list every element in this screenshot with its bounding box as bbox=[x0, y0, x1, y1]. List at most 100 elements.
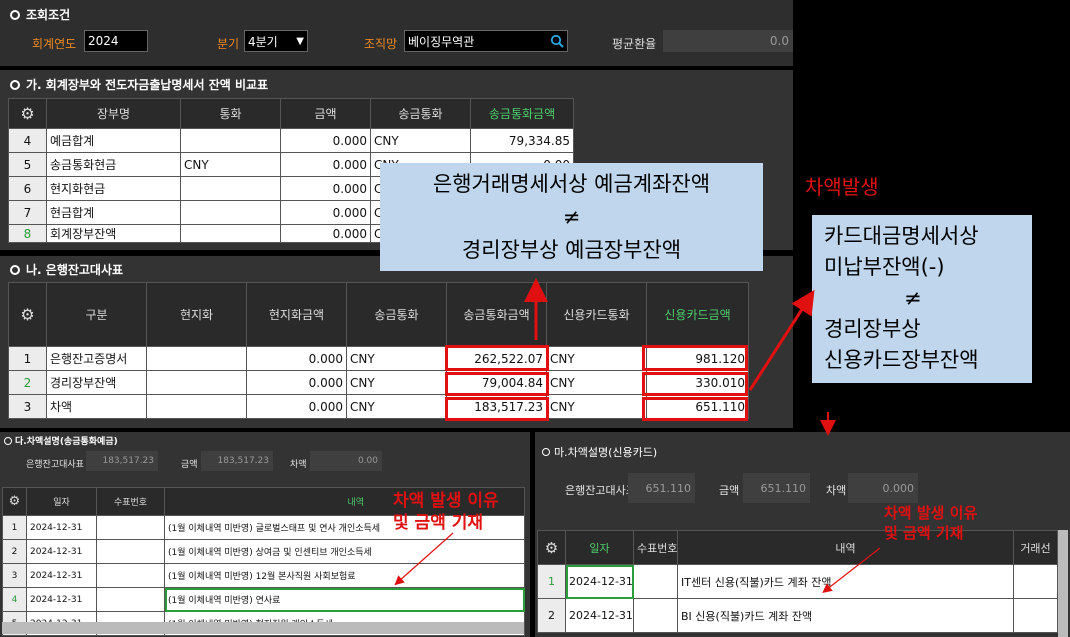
cell-currency[interactable] bbox=[180, 200, 281, 225]
cell-check[interactable] bbox=[633, 564, 678, 599]
cell-check[interactable] bbox=[96, 539, 165, 564]
cell-card-currency[interactable]: CNY bbox=[546, 370, 647, 395]
section-b-title: 나. 은행잔고대사표 bbox=[10, 261, 123, 278]
reason-note-left: 차액 발생 이유 및 금액 기재 bbox=[393, 491, 499, 533]
cell-vendor[interactable] bbox=[1013, 564, 1058, 599]
cell-local[interactable] bbox=[146, 394, 247, 419]
col-header[interactable]: 금액 bbox=[280, 98, 371, 129]
c-horizontal-scrollbar[interactable] bbox=[2, 622, 524, 634]
cell-local[interactable] bbox=[146, 346, 247, 371]
cell-amount[interactable]: 0.000 bbox=[280, 152, 371, 177]
cell-currency[interactable] bbox=[180, 176, 281, 201]
cell-desc[interactable]: (1월 이체내역 미반영) 상여금 및 인센티브 개인소득세 bbox=[164, 539, 525, 564]
cell-currency[interactable] bbox=[180, 224, 281, 243]
col-header[interactable]: 통화 bbox=[180, 98, 281, 129]
highlight-remit-diff bbox=[445, 397, 549, 421]
table-row[interactable]: 2 2024-12-31 (1월 이체내역 미반영) 상여금 및 인센티브 개인… bbox=[2, 539, 525, 564]
col-header[interactable]: 수표번호 bbox=[633, 530, 678, 565]
settings-gear-icon[interactable]: ⚙ bbox=[2, 487, 27, 516]
cell-date[interactable]: 2024-12-31 bbox=[565, 564, 634, 599]
cell-vendor[interactable] bbox=[1013, 598, 1058, 633]
cell-name[interactable]: 현금합계 bbox=[46, 200, 181, 225]
cell-card-currency[interactable]: CNY bbox=[546, 346, 647, 371]
col-header[interactable]: 송금통화금액 bbox=[470, 98, 574, 129]
cell-check[interactable] bbox=[96, 587, 165, 612]
cell-amount[interactable]: 0.000 bbox=[280, 128, 371, 153]
cell-remit-currency[interactable]: CNY bbox=[346, 394, 447, 419]
cell-name[interactable]: 현지화현금 bbox=[46, 176, 181, 201]
callout-line: 카드대금명세서상 bbox=[824, 224, 979, 248]
table-row[interactable]: 3 2024-12-31 (1월 이체내역 미반영) 12월 본사직원 사회보험… bbox=[2, 563, 525, 588]
cell-remit-amount[interactable]: 79,334.85 bbox=[470, 128, 574, 153]
cell-name[interactable]: 예금합계 bbox=[46, 128, 181, 153]
e-f2-input: 651.110 bbox=[743, 473, 810, 503]
cell-remit-currency[interactable]: CNY bbox=[346, 346, 447, 371]
cell-name[interactable]: 송금통화현금 bbox=[46, 152, 181, 177]
cell-desc[interactable]: (1월 이체내역 미반영) 연사료 bbox=[164, 587, 525, 612]
cell-date[interactable]: 2024-12-31 bbox=[26, 515, 97, 540]
cell-remit-currency[interactable]: CNY bbox=[370, 128, 471, 153]
col-header[interactable]: 신용카드통화 bbox=[546, 282, 647, 347]
e-vertical-scrollbar[interactable] bbox=[1058, 530, 1068, 637]
cell-name[interactable]: 회계장부잔액 bbox=[46, 224, 181, 243]
col-header[interactable]: 송금통화 bbox=[346, 282, 447, 347]
cell-local-amount[interactable]: 0.000 bbox=[246, 346, 347, 371]
quarter-select[interactable]: 4분기 ▼ bbox=[244, 30, 308, 52]
row-number: 4 bbox=[8, 128, 47, 153]
cell-date[interactable]: 2024-12-31 bbox=[26, 563, 97, 588]
settings-gear-icon[interactable]: ⚙ bbox=[8, 282, 47, 347]
cell-card-currency[interactable]: CNY bbox=[546, 394, 647, 419]
cell-local[interactable] bbox=[146, 370, 247, 395]
org-value: 베이징무역관 bbox=[408, 34, 475, 49]
cell-amount[interactable]: 0.000 bbox=[280, 176, 371, 201]
cell-desc[interactable]: (1월 이체내역 미반영) 12월 본사직원 사회보험료 bbox=[164, 563, 525, 588]
year-input[interactable]: 2024 bbox=[84, 30, 148, 52]
cell-desc[interactable]: IT센터 신용(직불)카드 계좌 잔액 bbox=[677, 564, 1014, 599]
cell-local-amount[interactable]: 0.000 bbox=[246, 394, 347, 419]
cell-remit-currency[interactable]: CNY bbox=[346, 370, 447, 395]
cell-currency[interactable] bbox=[180, 128, 281, 153]
cell-date[interactable]: 2024-12-31 bbox=[565, 598, 634, 633]
cell-currency[interactable]: CNY bbox=[180, 152, 281, 177]
cell-date[interactable]: 2024-12-31 bbox=[26, 587, 97, 612]
col-header[interactable]: 현지화 bbox=[146, 282, 247, 347]
row-number: 2 bbox=[8, 370, 47, 395]
table-row[interactable]: 1 2024-12-31 IT센터 신용(직불)카드 계좌 잔액 bbox=[537, 564, 1058, 599]
col-header[interactable]: 송금통화금액 bbox=[446, 282, 547, 347]
cell-name[interactable]: 경리장부잔액 bbox=[46, 370, 147, 395]
cell-date[interactable]: 2024-12-31 bbox=[26, 539, 97, 564]
cell-amount[interactable]: 0.000 bbox=[280, 224, 371, 243]
cell-local-amount[interactable]: 0.000 bbox=[246, 370, 347, 395]
col-header[interactable]: 현지화금액 bbox=[246, 282, 347, 347]
search-icon[interactable] bbox=[550, 34, 564, 48]
cell-desc[interactable]: BI 신용(직불)카드 계좌 잔액 bbox=[677, 598, 1014, 633]
settings-gear-icon[interactable]: ⚙ bbox=[537, 530, 566, 565]
cell-name[interactable]: 은행잔고증명서 bbox=[46, 346, 147, 371]
cell-check[interactable] bbox=[96, 563, 165, 588]
table-row[interactable]: 4 예금합계 0.000 CNY 79,334.85 bbox=[8, 128, 574, 153]
org-input[interactable]: 베이징무역관 bbox=[404, 30, 568, 52]
table-row[interactable]: 1 은행잔고증명서 0.000 CNY 262,522.07 CNY 981.1… bbox=[8, 346, 749, 371]
cell-amount[interactable]: 0.000 bbox=[280, 200, 371, 225]
e-f1-label: 은행잔고대사표 bbox=[565, 484, 636, 497]
col-header[interactable]: 일자 bbox=[26, 487, 97, 516]
cell-check[interactable] bbox=[96, 515, 165, 540]
highlight-remit-bank bbox=[445, 345, 549, 371]
cell-check[interactable] bbox=[633, 598, 678, 633]
col-header[interactable]: 수표번호 bbox=[96, 487, 165, 516]
col-header[interactable]: 신용카드금액 bbox=[646, 282, 749, 347]
settings-gear-icon[interactable]: ⚙ bbox=[8, 98, 47, 129]
row-number: 8 bbox=[8, 224, 47, 243]
table-row[interactable]: 2 경리장부잔액 0.000 CNY 79,004.84 CNY 330.010 bbox=[8, 370, 749, 395]
c-f1-input: 183,517.23 bbox=[86, 451, 158, 471]
table-row[interactable]: 4 2024-12-31 (1월 이체내역 미반영) 연사료 bbox=[2, 587, 525, 612]
c-f3-label: 차액 bbox=[290, 460, 307, 470]
col-header[interactable]: 구분 bbox=[46, 282, 147, 347]
table-row[interactable]: 3 차액 0.000 CNY 183,517.23 CNY 651.110 bbox=[8, 394, 749, 419]
cell-name[interactable]: 차액 bbox=[46, 394, 147, 419]
col-header[interactable]: 송금통화 bbox=[370, 98, 471, 129]
table-row[interactable]: 2 2024-12-31 BI 신용(직불)카드 계좌 잔액 bbox=[537, 598, 1058, 633]
col-header[interactable]: 거래선 bbox=[1013, 530, 1058, 565]
col-header[interactable]: 장부명 bbox=[46, 98, 181, 129]
col-header[interactable]: 일자 bbox=[565, 530, 634, 565]
